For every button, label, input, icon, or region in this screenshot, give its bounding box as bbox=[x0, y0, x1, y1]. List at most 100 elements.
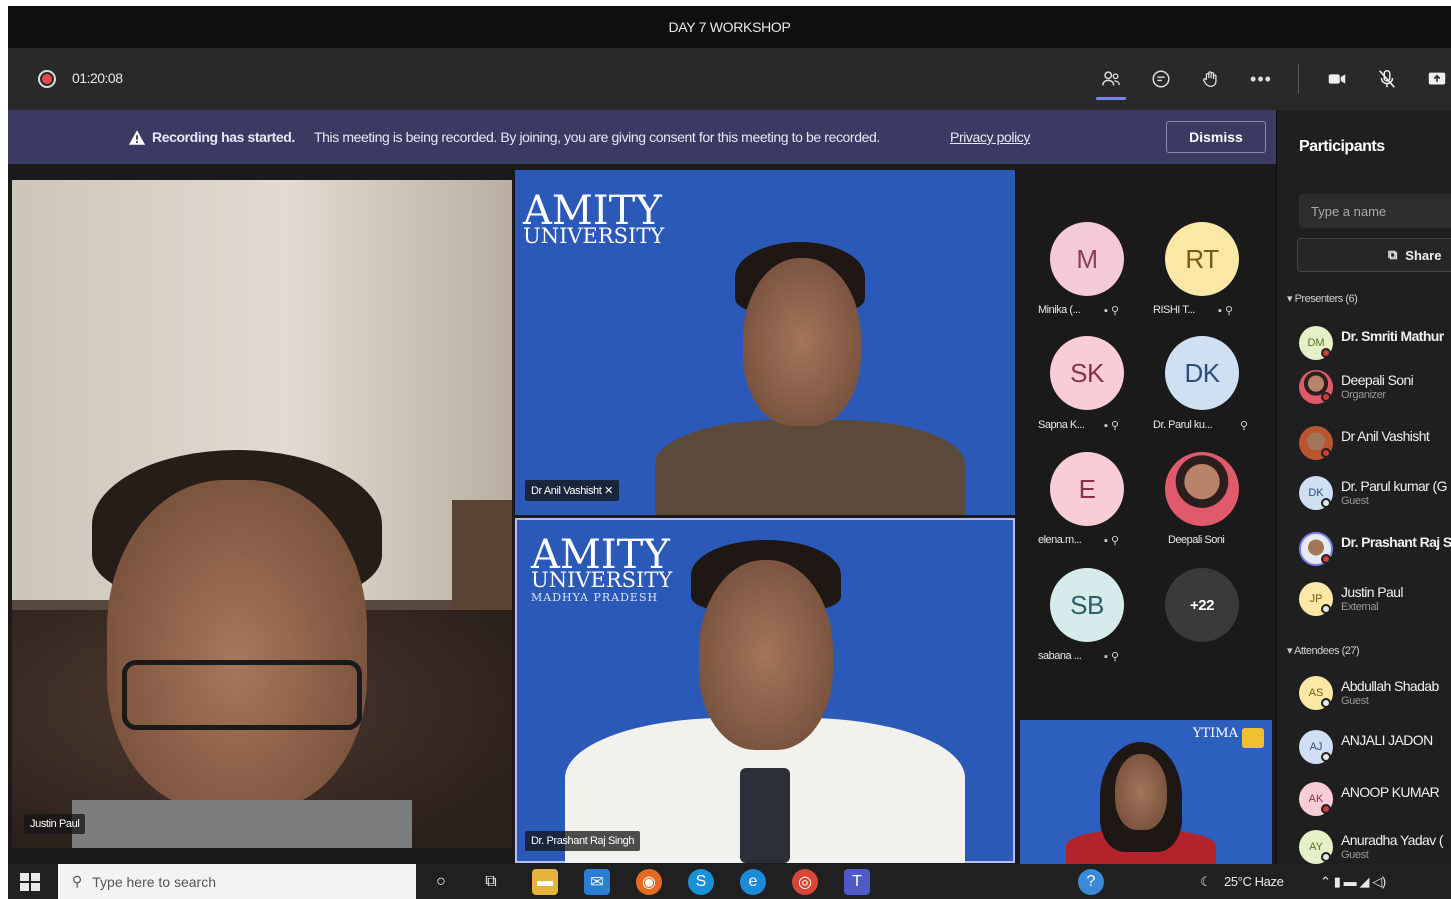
participant-role: Guest bbox=[1341, 849, 1369, 861]
tile-name: Dr Anil Vashisht bbox=[531, 485, 602, 497]
video-tile-anil[interactable]: AMITY UNIVERSITY Dr Anil Vashisht ✕ bbox=[515, 170, 1015, 515]
share-label: Share bbox=[1405, 247, 1442, 263]
banner-title: Recording has started. bbox=[152, 129, 295, 145]
person-vest bbox=[655, 420, 965, 515]
video-tile-deepali[interactable]: YTIMA bbox=[1020, 720, 1272, 865]
participant-row[interactable]: DM Dr. Smriti Mathur bbox=[1299, 322, 1451, 366]
mail-icon[interactable]: ✉ bbox=[584, 869, 610, 895]
task-view-icon[interactable]: ⧉ bbox=[478, 869, 504, 895]
participant-row[interactable]: Dr. Prashant Raj S bbox=[1299, 528, 1451, 572]
privacy-policy-link[interactable]: Privacy policy bbox=[950, 129, 1030, 145]
avatar-photo[interactable] bbox=[1165, 452, 1239, 526]
participants-button[interactable] bbox=[1096, 64, 1126, 100]
status-badge bbox=[1321, 392, 1331, 402]
participant-search-input[interactable] bbox=[1299, 194, 1451, 228]
presenters-section-header[interactable]: ▾ Presenters (6) bbox=[1287, 292, 1358, 305]
participant-name: ANJALI JADON bbox=[1341, 732, 1433, 748]
status-badge bbox=[1321, 852, 1331, 862]
participant-row[interactable]: Deepali Soni Organizer bbox=[1299, 366, 1451, 410]
recording-banner: Recording has started. This meeting is b… bbox=[8, 110, 1276, 164]
chrome-icon[interactable]: ◎ bbox=[792, 869, 818, 895]
participant-avatars-grid: M Minika (... ▪ ⚲ RT RISHI T... ▪ ⚲ SK S… bbox=[1018, 170, 1270, 720]
tile-name-tag: Dr Anil Vashisht ✕ bbox=[525, 480, 619, 501]
avatar-label: Dr. Parul ku... bbox=[1153, 419, 1213, 431]
participant-row[interactable]: Dr Anil Vashisht bbox=[1299, 422, 1451, 466]
video-tile-prashant[interactable]: AMITY UNIVERSITY MADHYA PRADESH Dr. Pras… bbox=[515, 518, 1015, 863]
avatar[interactable]: E bbox=[1050, 452, 1124, 526]
dismiss-button[interactable]: Dismiss bbox=[1166, 121, 1266, 153]
cortana-icon[interactable]: ○ bbox=[428, 869, 454, 895]
person-glasses bbox=[122, 660, 362, 730]
panel-title: Participants bbox=[1299, 138, 1385, 155]
video-off-icon: ▪ ⚲ bbox=[1104, 420, 1120, 432]
tile-name-tag: Justin Paul bbox=[24, 814, 86, 834]
status-badge bbox=[1321, 448, 1331, 458]
participant-name: Deepali Soni bbox=[1341, 372, 1414, 388]
avatar[interactable]: RT bbox=[1165, 222, 1239, 296]
avatar-label: sabana ... bbox=[1038, 650, 1082, 662]
reactions-button[interactable] bbox=[1196, 64, 1226, 94]
participant-name: Dr. Parul kumar (G bbox=[1341, 478, 1447, 494]
mic-button[interactable] bbox=[1372, 64, 1402, 94]
participant-row[interactable]: AY Anuradha Yadav ( Guest bbox=[1299, 826, 1451, 864]
participant-name: Dr. Prashant Raj S bbox=[1341, 534, 1451, 550]
toolbar-divider bbox=[1298, 64, 1299, 94]
avatar-label: Sapna K... bbox=[1038, 419, 1085, 431]
more-actions-button[interactable]: ••• bbox=[1246, 64, 1276, 94]
participant-role: External bbox=[1341, 601, 1379, 613]
person-face bbox=[1115, 754, 1167, 830]
firefox-icon[interactable]: ◉ bbox=[636, 869, 662, 895]
status-badge bbox=[1321, 348, 1331, 358]
participant-row[interactable]: AS Abdullah Shadab Guest bbox=[1299, 672, 1451, 716]
status-badge bbox=[1321, 752, 1331, 762]
more-participants-button[interactable]: +22 bbox=[1165, 568, 1239, 642]
avatar[interactable]: SK bbox=[1050, 336, 1124, 410]
participant-row[interactable]: AJ ANJALI JADON bbox=[1299, 726, 1451, 770]
title-bar: DAY 7 WORKSHOP bbox=[8, 6, 1451, 48]
avatar[interactable]: DK bbox=[1165, 336, 1239, 410]
warning-icon bbox=[128, 130, 146, 145]
participant-name: ANOOP KUMAR bbox=[1341, 784, 1440, 800]
participant-row[interactable]: DK Dr. Parul kumar (G Guest bbox=[1299, 472, 1451, 516]
teams-icon[interactable]: T bbox=[844, 869, 870, 895]
weather-icon[interactable]: ☾ bbox=[1200, 874, 1212, 890]
participant-name: Justin Paul bbox=[1341, 584, 1403, 600]
taskbar-search-box[interactable]: ⚲ Type here to search bbox=[58, 864, 416, 899]
participant-role: Guest bbox=[1341, 695, 1369, 707]
logo-line-2: UNIVERSITY bbox=[523, 224, 665, 248]
status-badge bbox=[1321, 604, 1331, 614]
mic-muted-icon: ✕ bbox=[604, 485, 613, 497]
skype-icon[interactable]: S bbox=[688, 869, 714, 895]
person-shirt bbox=[72, 800, 412, 848]
participant-row[interactable]: JP Justin Paul External bbox=[1299, 578, 1451, 622]
window-title: DAY 7 WORKSHOP bbox=[668, 19, 791, 35]
avatar-label: Minika (... bbox=[1038, 304, 1081, 316]
help-icon[interactable]: ? bbox=[1078, 869, 1104, 895]
people-icon bbox=[1102, 71, 1120, 86]
participant-name: Dr Anil Vashisht bbox=[1341, 428, 1430, 444]
person-face bbox=[699, 560, 833, 750]
participants-panel: Participants ⧉ Share ▾ Presenters (6) DM… bbox=[1276, 110, 1451, 864]
participant-role: Organizer bbox=[1341, 389, 1386, 401]
person-face bbox=[107, 480, 367, 810]
share-screen-button[interactable] bbox=[1422, 64, 1451, 94]
logo-line-2: UNIVERSITY bbox=[531, 568, 673, 592]
attendees-section-header[interactable]: ▾ Attendees (27) bbox=[1287, 644, 1360, 657]
video-tile-justin[interactable]: Justin Paul bbox=[12, 180, 512, 848]
mic-muted-icon: ⚲ bbox=[1240, 420, 1249, 432]
edge-icon[interactable]: e bbox=[740, 869, 766, 895]
camera-button[interactable] bbox=[1322, 64, 1352, 94]
weather-text[interactable]: 25°C Haze bbox=[1224, 874, 1284, 889]
meeting-toolbar: 01:20:08 ••• bbox=[8, 48, 1451, 110]
share-invite-button[interactable]: ⧉ Share bbox=[1297, 238, 1451, 272]
windows-start-icon[interactable] bbox=[20, 873, 40, 891]
avatar[interactable]: SB bbox=[1050, 568, 1124, 642]
participant-row[interactable]: AK ANOOP KUMAR bbox=[1299, 778, 1451, 822]
section-label: Presenters (6) bbox=[1294, 293, 1358, 305]
avatar[interactable]: M bbox=[1050, 222, 1124, 296]
status-badge bbox=[1321, 698, 1331, 708]
system-tray-icons[interactable]: ⌃ ▮ ▬ ◢ ◁) bbox=[1320, 874, 1386, 890]
collapse-icon: ▾ bbox=[1287, 293, 1295, 305]
chat-button[interactable] bbox=[1146, 64, 1176, 94]
file-explorer-icon[interactable]: ▬ bbox=[532, 869, 558, 895]
